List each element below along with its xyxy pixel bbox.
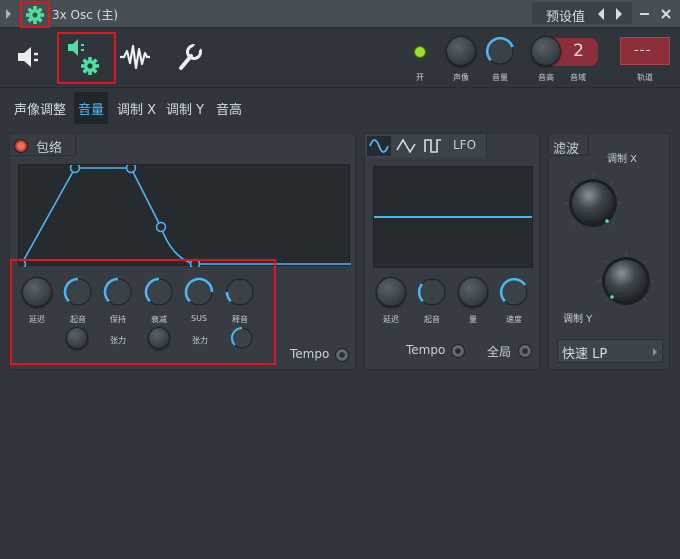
lfo-global-label: 全局 xyxy=(487,345,512,359)
sine-wave-icon xyxy=(369,139,389,153)
filter-mod-x-label: 调制 X xyxy=(607,154,638,165)
collapse-arrow-icon[interactable] xyxy=(6,9,11,19)
on-label: 开 xyxy=(416,73,424,82)
lfo-title: LFO xyxy=(453,138,477,152)
filter-type-value: 快速 LP xyxy=(562,347,608,362)
speaker-icon[interactable] xyxy=(14,44,44,70)
sine-wave-button[interactable] xyxy=(367,136,391,156)
window-title: 3x Osc (主) xyxy=(52,8,119,22)
lfo-panel: LFO 延迟 起音 量 速度 Tempo 全局 xyxy=(364,133,540,370)
lfo-global-toggle[interactable] xyxy=(518,344,532,358)
lfo-amount-knob[interactable] xyxy=(458,277,488,307)
filter-tab-edge xyxy=(549,134,589,156)
lfo-tempo-label: Tempo xyxy=(406,343,446,357)
lfo-graph[interactable] xyxy=(373,166,533,268)
envelope-point-hold xyxy=(125,162,137,174)
lfo-delay-knob[interactable] xyxy=(376,277,406,307)
preset-label[interactable]: 预设值 xyxy=(546,6,585,25)
tab-volume[interactable]: 音量 xyxy=(74,92,109,124)
lfo-line xyxy=(374,216,532,218)
gear-icon xyxy=(26,6,44,24)
envelope-point-attack xyxy=(69,162,81,174)
track-display[interactable]: --- xyxy=(620,37,670,65)
tab-pitch[interactable]: 音高 xyxy=(216,99,242,118)
track-value: --- xyxy=(634,43,652,58)
on-led[interactable] xyxy=(412,44,428,60)
preset-next-icon[interactable] xyxy=(616,8,622,20)
envelope-tempo-toggle[interactable] xyxy=(335,348,349,362)
lfo-speed-knob[interactable] xyxy=(497,275,531,309)
close-icon[interactable] xyxy=(660,8,672,20)
pitch-label: 音高 xyxy=(538,73,554,82)
tab-mod-x[interactable]: 调制 X xyxy=(117,99,156,118)
volume-knob[interactable] xyxy=(482,33,518,69)
subtabs: 声像调整 音量 调制 X 调制 Y 音高 xyxy=(0,90,680,126)
chevron-right-icon xyxy=(653,348,657,356)
envelope-tempo-label: Tempo xyxy=(290,347,330,361)
speaker-gear-icon xyxy=(68,39,99,75)
wrench-icon[interactable] xyxy=(175,42,203,72)
waveform-icon[interactable] xyxy=(118,42,152,72)
volume-label: 音量 xyxy=(492,73,508,82)
lfo-attack-label: 起音 xyxy=(424,315,440,324)
lfo-amount-label: 量 xyxy=(469,315,477,324)
filter-mod-y-knob[interactable] xyxy=(595,250,657,312)
pan-label: 声像 xyxy=(453,73,469,82)
filter-type-select[interactable]: 快速 LP xyxy=(557,339,663,363)
lfo-attack-knob[interactable] xyxy=(415,275,449,309)
triangle-wave-icon[interactable] xyxy=(395,136,417,156)
minimize-icon[interactable] xyxy=(640,13,649,15)
lfo-tempo-toggle[interactable] xyxy=(451,344,465,358)
filter-mod-y-label: 调制 Y xyxy=(563,314,593,325)
plugin-icon-highlight[interactable] xyxy=(20,2,50,28)
lfo-speed-label: 速度 xyxy=(506,315,522,324)
envelope-knobs-highlight xyxy=(10,259,276,365)
envelope-panel: 包络 延迟 起音 保持 衰减 SUS 释音 张力 张力 Tempo xyxy=(9,133,356,370)
preset-prev-icon[interactable] xyxy=(598,8,604,20)
envelope-graph[interactable] xyxy=(15,162,351,270)
square-wave-icon[interactable] xyxy=(423,136,443,156)
filter-panel: 滤波 调制 X 调制 Y 快速 LP xyxy=(548,133,670,370)
title-bar: 3x Osc (主) 预设值 xyxy=(0,0,680,28)
envelope-curve xyxy=(15,162,351,270)
tab-pan[interactable]: 声像调整 xyxy=(14,99,66,118)
range-label: 音域 xyxy=(570,73,586,82)
envelope-tab-edge xyxy=(10,134,76,156)
pitch-knob[interactable] xyxy=(531,36,561,66)
track-label: 轨道 xyxy=(637,73,653,82)
pan-knob[interactable] xyxy=(446,36,476,66)
range-value: 2 xyxy=(573,41,584,61)
filter-mod-x-knob[interactable] xyxy=(562,172,624,234)
tab-mod-y[interactable]: 调制 Y xyxy=(166,99,204,118)
lfo-delay-label: 延迟 xyxy=(383,315,399,324)
envelope-point-decay xyxy=(155,221,167,233)
toolbar: 开 声像 音量 音高 2 音域 --- 轨道 xyxy=(0,28,680,88)
envelope-tab-highlight[interactable] xyxy=(57,32,116,84)
